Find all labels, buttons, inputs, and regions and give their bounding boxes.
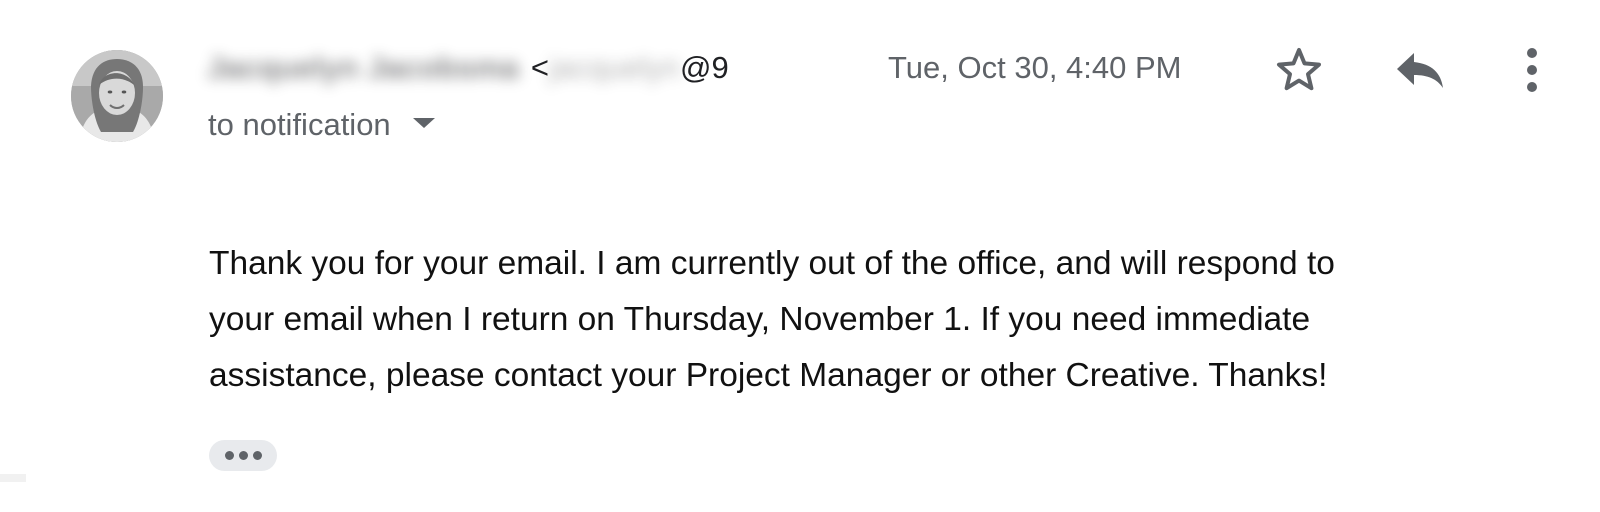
sender-line: Jacquelyn Jacobsma < jacquelyn @9 xyxy=(207,46,746,90)
email-open-bracket: < xyxy=(530,50,549,85)
recipient-label: to notification xyxy=(208,107,391,142)
star-icon xyxy=(1277,48,1321,91)
email-message: Jacquelyn Jacobsma < jacquelyn @9 Tue, O… xyxy=(0,0,1600,512)
more-horizontal-icon xyxy=(224,451,234,460)
sender-email-visible-part: @9 xyxy=(679,50,729,85)
star-button[interactable] xyxy=(1273,44,1325,96)
show-trimmed-content-button[interactable] xyxy=(209,440,277,471)
message-body: Thank you for your email. I am currently… xyxy=(209,236,1549,404)
message-date[interactable]: Tue, Oct 30, 4:40 PM xyxy=(888,46,1182,90)
more-horizontal-icon xyxy=(238,451,248,460)
sender-email[interactable]: < jacquelyn @9 xyxy=(531,50,746,86)
more-vertical-icon xyxy=(1527,48,1537,92)
message-body-line: your email when I return on Thursday, No… xyxy=(209,301,1311,338)
recipient-details-toggle[interactable]: to notification xyxy=(208,103,435,147)
reply-button[interactable] xyxy=(1390,44,1450,96)
message-body-line: assistance, please contact your Project … xyxy=(209,357,1328,394)
profile-photo xyxy=(71,50,163,142)
sender-email-blurred-part: jacquelyn xyxy=(549,50,680,85)
window-edge-shadow xyxy=(0,474,26,482)
more-options-button[interactable] xyxy=(1512,40,1552,100)
reply-icon xyxy=(1397,53,1443,88)
chevron-down-icon xyxy=(412,118,435,128)
sender-name[interactable]: Jacquelyn Jacobsma xyxy=(207,50,519,86)
message-body-line: Thank you for your email. I am currently… xyxy=(209,245,1335,282)
sender-avatar[interactable] xyxy=(71,50,163,142)
more-horizontal-icon xyxy=(252,451,262,460)
